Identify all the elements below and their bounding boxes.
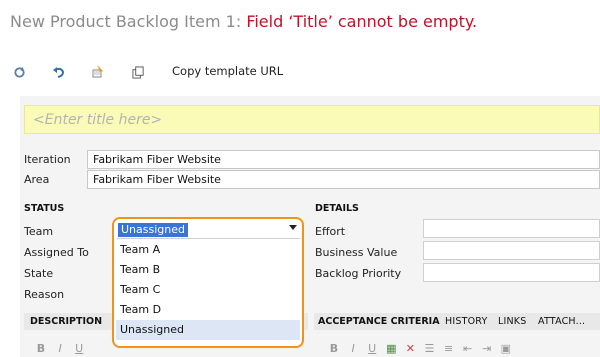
effort-label: Effort [315,225,346,238]
bold-button[interactable]: B [34,342,48,355]
team-option-selected[interactable]: Unassigned [116,320,300,340]
state-label: State [24,267,54,280]
undo-icon[interactable] [51,64,67,80]
underline-button[interactable]: U [365,342,379,355]
remove-format-icon[interactable]: ✕ [403,342,417,355]
tab-links[interactable]: LINKS [498,316,526,327]
image-icon[interactable]: ▣ [499,342,513,355]
tab-description[interactable]: DESCRIPTION [30,316,102,327]
team-select[interactable]: Unassigned [117,222,300,239]
team-option[interactable]: Team B [116,260,300,280]
bullet-list-icon[interactable]: ☰ [422,342,436,355]
acceptance-editor-toolbar: B I U ▦ ✕ ☰ ≡ ⇤ ⇥ ▣ [327,337,600,355]
underline-button[interactable]: U [72,342,86,355]
reason-label: Reason [24,288,65,301]
team-label: Team [24,225,54,238]
work-item-title: New Product Backlog Item 1: [10,12,247,31]
indent-icon[interactable]: ⇥ [480,342,494,355]
tab-history[interactable]: HISTORY [445,316,487,327]
outdent-icon[interactable]: ⇤ [461,342,475,355]
status-section-header: STATUS [24,203,65,214]
italic-button[interactable]: I [346,342,360,355]
team-selected-value: Unassigned [118,223,188,237]
backlog-priority-input[interactable] [423,263,600,282]
page-title: New Product Backlog Item 1: Field ‘Title… [10,12,477,31]
tab-attachments[interactable]: ATTACH... [538,316,585,327]
numbered-list-icon[interactable]: ≡ [442,342,456,355]
area-label: Area [24,173,50,186]
business-value-input[interactable] [423,241,600,260]
title-input[interactable] [24,105,600,134]
iteration-field[interactable]: Fabrikam Fiber Website [87,150,600,169]
bold-button[interactable]: B [327,342,341,355]
team-option[interactable]: Team D [116,300,300,320]
tab-acceptance-criteria[interactable]: ACCEPTANCE CRITERIA [318,316,440,327]
business-value-label: Business Value [315,246,398,259]
refresh-icon[interactable] [11,64,27,80]
details-section-header: DETAILS [315,203,359,214]
effort-input[interactable] [423,219,600,238]
highlight-icon[interactable]: ▦ [384,342,398,355]
validation-error: Field ‘Title’ cannot be empty. [246,12,478,31]
iteration-label: Iteration [24,153,71,166]
copy-icon[interactable] [130,64,146,80]
assigned-to-label: Assigned To [24,246,89,259]
team-option[interactable]: Team C [116,280,300,300]
italic-button[interactable]: I [53,342,67,355]
area-field[interactable]: Fabrikam Fiber Website [87,170,600,189]
chevron-down-icon[interactable] [289,225,297,230]
team-option[interactable]: Team A [116,240,300,260]
clear-formatting-icon[interactable] [90,63,106,79]
backlog-priority-label: Backlog Priority [315,267,402,280]
copy-template-url-button[interactable]: Copy template URL [172,64,283,78]
